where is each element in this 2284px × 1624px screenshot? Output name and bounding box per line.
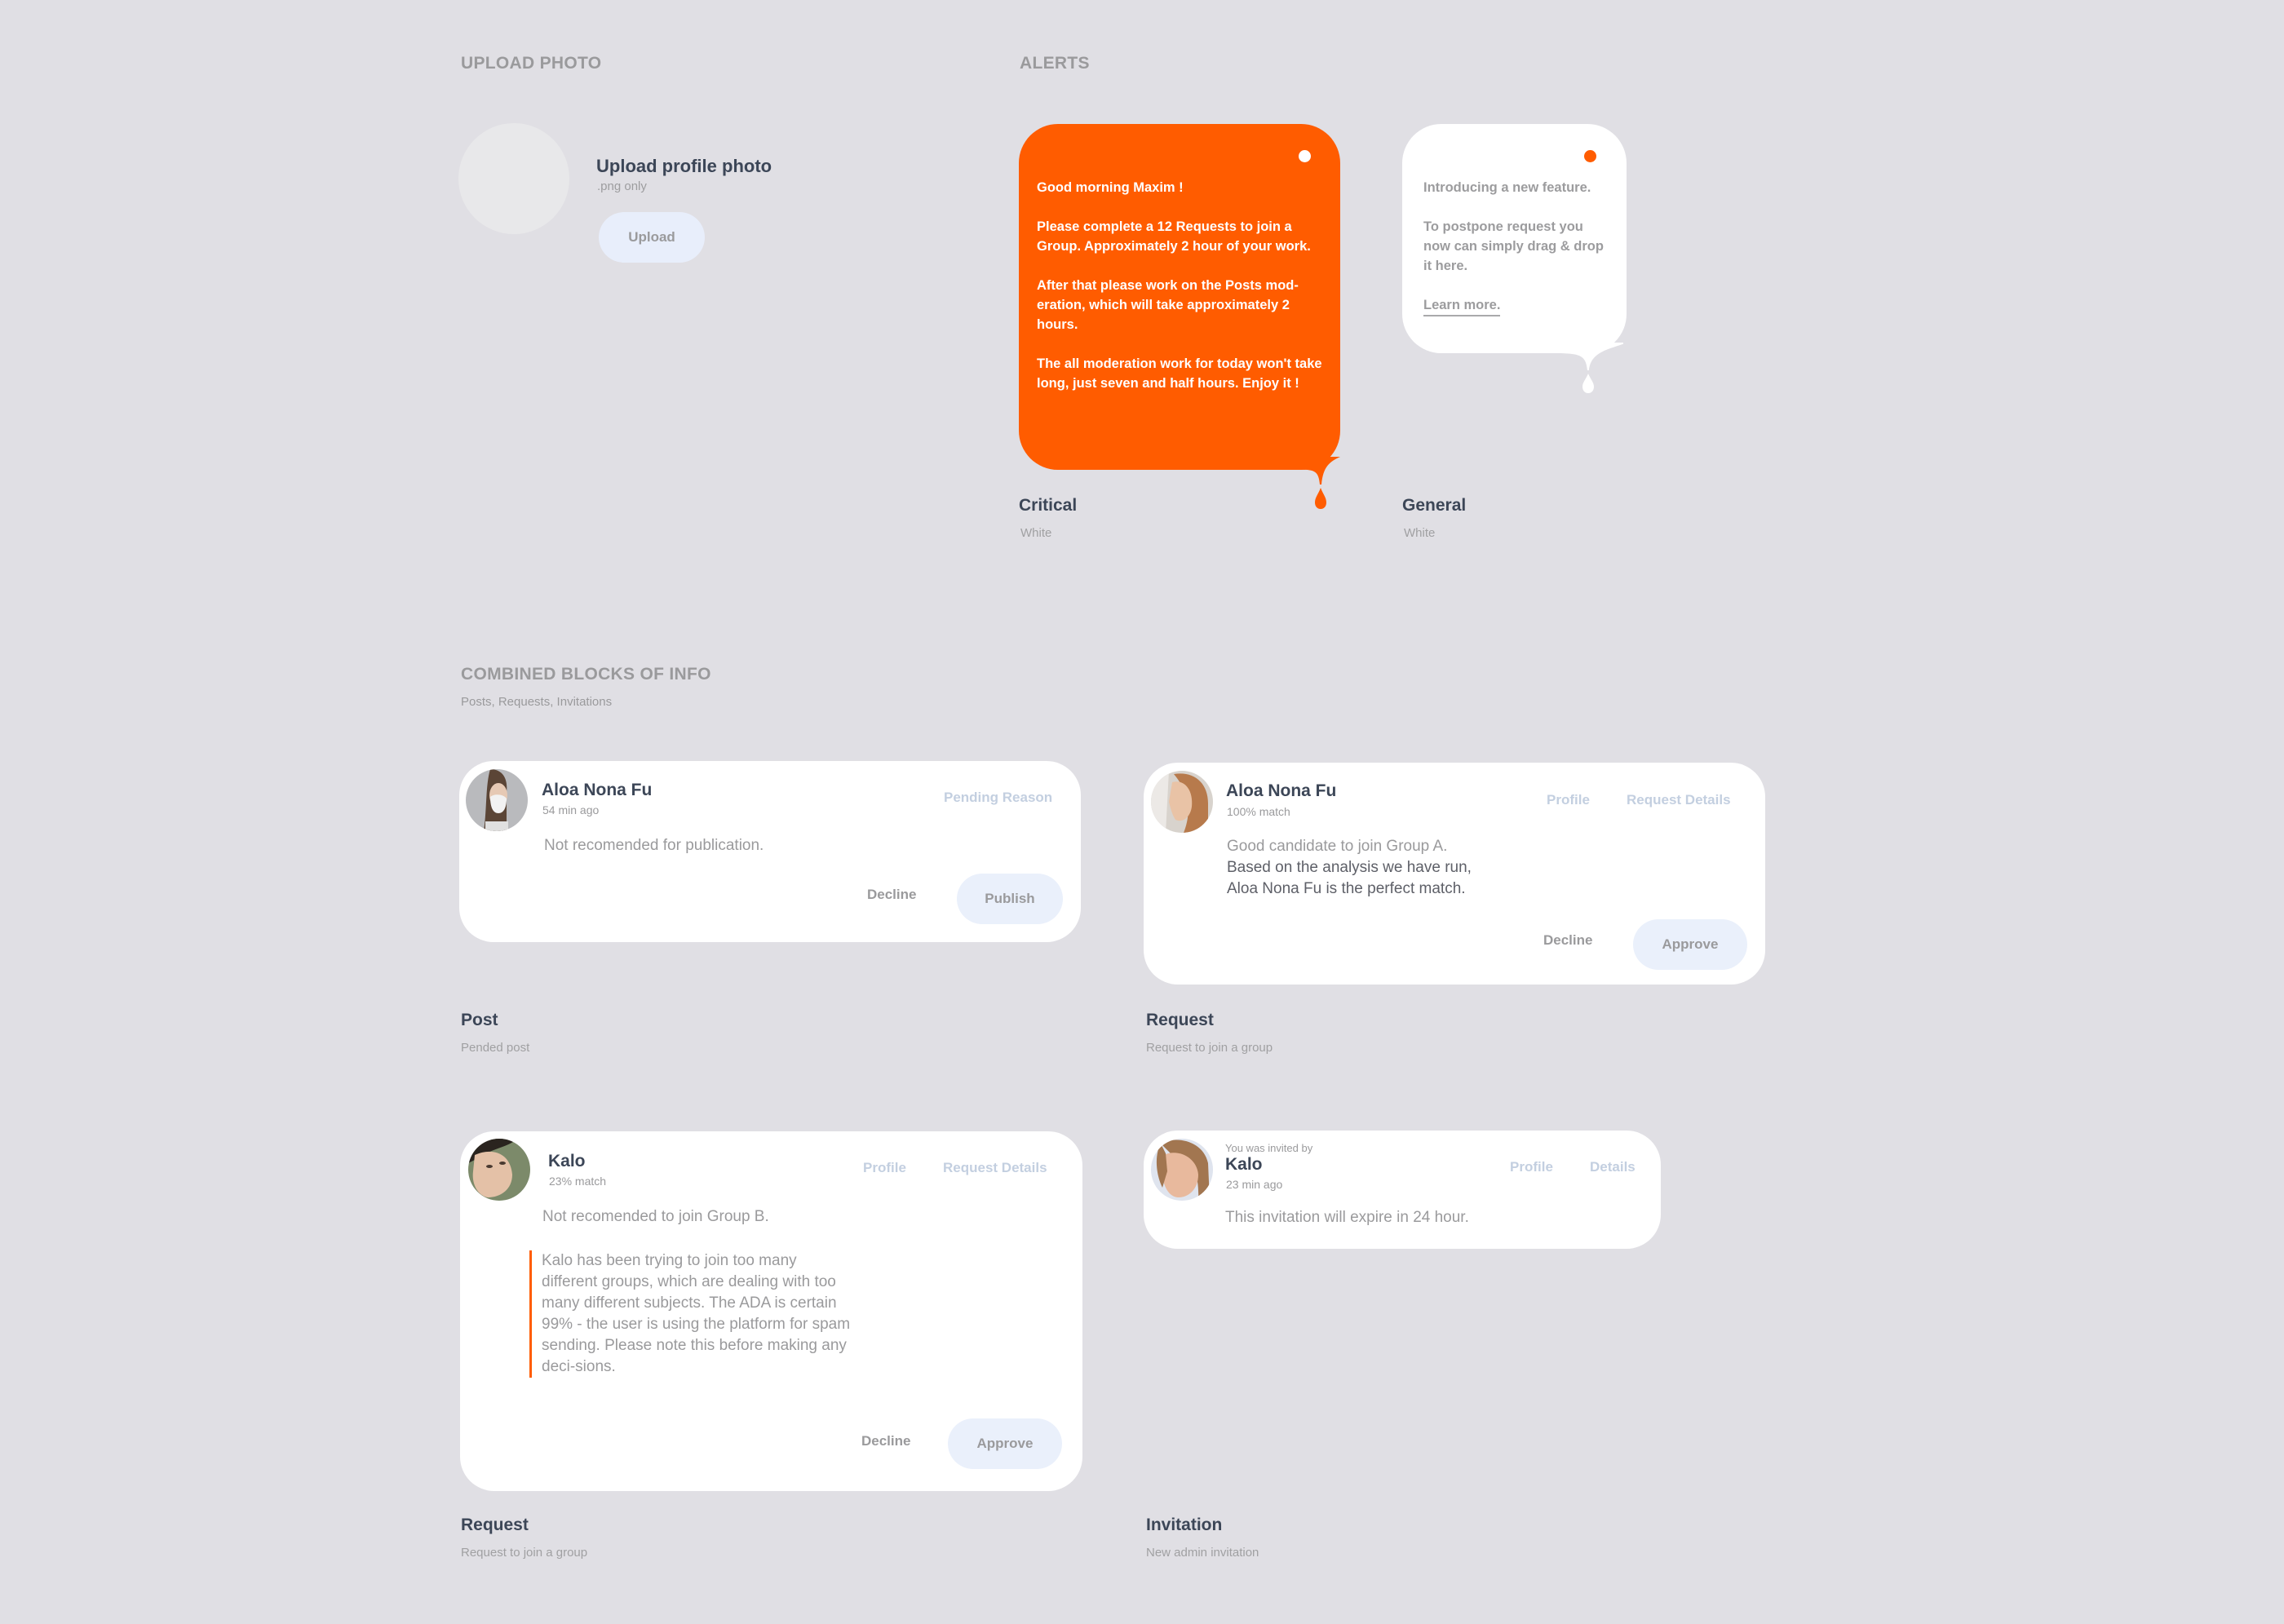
learn-more-link[interactable]: Learn more. (1423, 298, 1501, 316)
alert-paragraph: After that please work on the Posts mod-… (1037, 278, 1299, 332)
request-sublabel: Request to join a group (1146, 1041, 1273, 1055)
approve-button[interactable]: Approve (1633, 919, 1747, 970)
unread-dot-icon (1584, 150, 1596, 162)
general-alert-text: Introducing a new feature. To postpone r… (1423, 178, 1613, 334)
request-label: Request (1146, 1011, 1214, 1029)
post-time: 54 min ago (542, 803, 600, 816)
avatar[interactable] (466, 769, 528, 831)
avatar[interactable] (1151, 771, 1213, 833)
request-details-link[interactable]: Request Details (943, 1160, 1047, 1176)
critical-bubble-tail-icon (1281, 457, 1340, 509)
request-body: Good candidate to join Group A. Based on… (1227, 836, 1472, 900)
match-score: 23% match (549, 1175, 607, 1188)
alert-paragraph: Introducing a new feature. (1423, 180, 1591, 195)
user-name[interactable]: Kalo (1225, 1155, 1263, 1175)
match-score: 100% match (1227, 805, 1290, 818)
general-alert-bubble[interactable]: Introducing a new feature. To postpone r… (1402, 124, 1627, 353)
unread-dot-icon (1299, 150, 1311, 162)
critical-alert-text: Good morning Maxim ! Please complete a 1… (1037, 178, 1330, 413)
alert-paragraph: The all moderation work for today won't … (1037, 356, 1322, 391)
user-name[interactable]: Aloa Nona Fu (542, 781, 652, 800)
post-label: Post (461, 1011, 498, 1029)
critical-label: Critical (1019, 496, 1078, 515)
combined-section-subtitle: Posts, Requests, Invitations (461, 695, 613, 709)
details-link[interactable]: Details (1590, 1159, 1636, 1175)
profile-link[interactable]: Profile (863, 1160, 906, 1176)
profile-link[interactable]: Profile (1510, 1159, 1553, 1175)
general-sublabel: White (1404, 526, 1436, 540)
request-sublabel: Request to join a group (461, 1546, 588, 1560)
request-details-link[interactable]: Request Details (1627, 792, 1731, 808)
invited-by-label: You was invited by (1225, 1142, 1313, 1154)
upload-title: Upload profile photo (596, 156, 772, 176)
request-label: Request (461, 1516, 529, 1534)
post-card: Aloa Nona Fu 54 min ago Pending Reason N… (459, 761, 1081, 942)
user-photo-icon (1151, 1139, 1213, 1201)
pending-reason-link[interactable]: Pending Reason (944, 790, 1052, 806)
invitation-card: You was invited by Kalo 23 min ago Profi… (1144, 1131, 1661, 1249)
avatar[interactable] (1151, 1139, 1213, 1201)
request-summary: Good candidate to join Group A. (1227, 838, 1448, 855)
user-name[interactable]: Aloa Nona Fu (1226, 781, 1336, 801)
upload-hint: .png only (597, 179, 647, 193)
invitation-sublabel: New admin invitation (1146, 1546, 1259, 1560)
user-photo-icon (1151, 771, 1213, 833)
avatar[interactable] (468, 1139, 530, 1201)
critical-sublabel: White (1020, 526, 1052, 540)
request-card: Aloa Nona Fu 100% match Profile Request … (1144, 763, 1765, 985)
upload-section-title: UPLOAD PHOTO (461, 54, 602, 73)
request-analysis-line: Aloa Nona Fu is the perfect match. (1227, 880, 1466, 897)
post-sublabel: Pended post (461, 1041, 530, 1055)
alert-paragraph: Good morning Maxim ! (1037, 180, 1184, 195)
decline-button[interactable]: Decline (861, 1433, 910, 1449)
request-summary: Not recomended to join Group B. (542, 1208, 769, 1225)
upload-button[interactable]: Upload (599, 212, 705, 263)
user-name[interactable]: Kalo (548, 1152, 586, 1171)
decline-button[interactable]: Decline (867, 887, 916, 903)
publish-button[interactable]: Publish (957, 874, 1063, 924)
critical-alert-bubble: Good morning Maxim ! Please complete a 1… (1019, 124, 1340, 470)
avatar-placeholder[interactable] (458, 123, 569, 234)
approve-button[interactable]: Approve (948, 1418, 1062, 1469)
invitation-time: 23 min ago (1226, 1178, 1283, 1191)
decline-button[interactable]: Decline (1543, 932, 1592, 949)
user-photo-icon (468, 1139, 530, 1201)
ai-warning-quote: Kalo has been trying to join too many di… (529, 1250, 856, 1378)
alerts-section-title: ALERTS (1020, 54, 1090, 73)
alert-paragraph: Please complete a 12 Requests to join a … (1037, 219, 1311, 254)
user-photo-icon (466, 769, 528, 831)
combined-section-title: COMBINED BLOCKS OF INFO (461, 665, 711, 684)
invitation-body: This invitation will expire in 24 hour. (1225, 1209, 1469, 1226)
general-label: General (1402, 496, 1467, 515)
request-card: Kalo 23% match Profile Request Details N… (460, 1131, 1082, 1491)
request-analysis-line: Based on the analysis we have run, (1227, 859, 1472, 876)
general-bubble-tail-icon (1550, 343, 1623, 393)
profile-link[interactable]: Profile (1547, 792, 1590, 808)
invitation-label: Invitation (1146, 1516, 1223, 1534)
post-body: Not recomended for publication. (544, 837, 764, 854)
alert-paragraph: To postpone request you now can simply d… (1423, 219, 1604, 273)
